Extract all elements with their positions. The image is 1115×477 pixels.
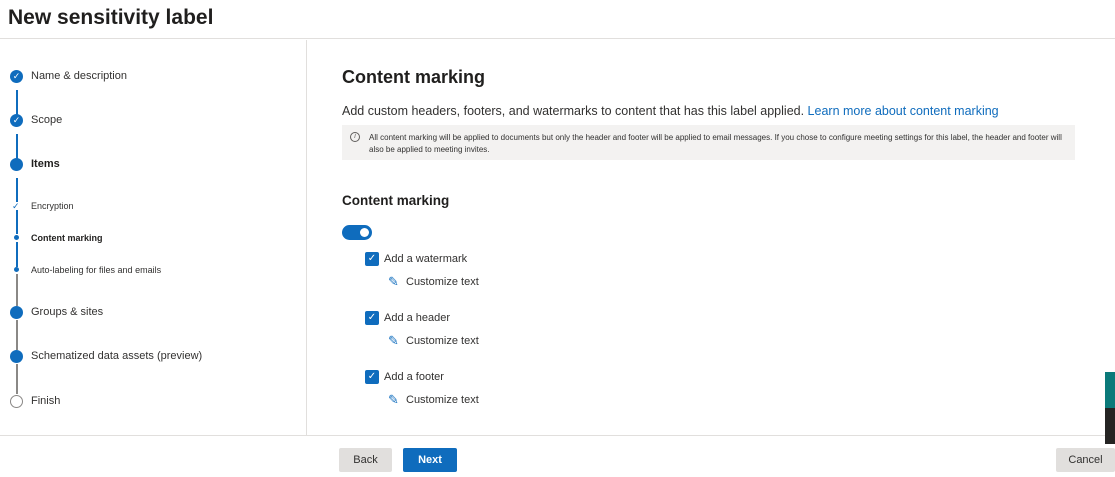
page-header: New sensitivity label xyxy=(0,0,1115,39)
pencil-icon: ✎ xyxy=(388,333,399,348)
step-connector xyxy=(16,242,18,267)
customize-text-label: Customize text xyxy=(406,394,479,406)
wizard-footer: Back Next Cancel xyxy=(0,435,1115,477)
checkmark-circle-icon: ✓ xyxy=(10,70,23,83)
filled-circle-icon xyxy=(10,158,23,171)
checkbox-label: Add a watermark xyxy=(384,253,468,265)
step-connector xyxy=(16,90,18,115)
filled-circle-icon xyxy=(10,350,23,363)
step-connector xyxy=(16,320,18,350)
pencil-icon: ✎ xyxy=(388,274,399,289)
step-connector xyxy=(16,210,18,234)
step-connector xyxy=(16,364,18,394)
pencil-icon: ✎ xyxy=(388,392,399,407)
small-dot-icon xyxy=(14,235,19,240)
content-marking-toggle[interactable] xyxy=(342,225,372,240)
step-label: Name & description xyxy=(31,70,127,82)
step-connector xyxy=(16,134,18,159)
learn-more-link[interactable]: Learn more about content marking xyxy=(808,104,999,118)
step-label: Auto-labeling for files and emails xyxy=(31,265,162,275)
step-label: Finish xyxy=(31,395,61,407)
info-text: All content marking will be applied to d… xyxy=(369,133,1062,154)
main-content: Content marking Add custom headers, foot… xyxy=(307,40,1115,435)
step-label: Encryption xyxy=(31,201,74,211)
checkbox-label: Add a footer xyxy=(384,371,444,383)
filled-circle-icon xyxy=(10,306,23,319)
step-label: Content marking xyxy=(31,233,103,243)
customize-text-label: Customize text xyxy=(406,335,479,347)
info-message-bar: i All content marking will be applied to… xyxy=(342,125,1075,160)
back-button[interactable]: Back xyxy=(339,448,392,472)
next-button[interactable]: Next xyxy=(403,448,457,472)
description: Add custom headers, footers, and waterma… xyxy=(342,104,999,118)
section-title: Content marking xyxy=(342,193,450,208)
empty-circle-icon xyxy=(10,395,23,408)
checkbox-label: Add a header xyxy=(384,312,451,324)
customize-text-label: Customize text xyxy=(406,276,479,288)
small-dot-icon xyxy=(14,267,19,272)
toggle-knob xyxy=(360,228,369,237)
edge-panel-teal xyxy=(1105,372,1115,408)
cancel-button[interactable]: Cancel xyxy=(1056,448,1115,472)
step-label: Schematized data assets (preview) xyxy=(31,350,203,362)
step-connector xyxy=(16,274,18,306)
checkmark-circle-icon: ✓ xyxy=(10,114,23,127)
checkbox-checked-icon[interactable]: ✓ xyxy=(365,252,379,266)
edge-panel-dark xyxy=(1105,408,1115,444)
info-icon: i xyxy=(350,132,360,142)
checkbox-checked-icon[interactable]: ✓ xyxy=(365,311,379,325)
checkbox-checked-icon[interactable]: ✓ xyxy=(365,370,379,384)
step-label: Items xyxy=(31,158,60,170)
step-connector xyxy=(16,178,18,202)
small-check-icon: ✓ xyxy=(12,201,20,211)
wizard-steps-nav: ✓ Name & description ✓ Scope Items ✓ Enc… xyxy=(0,40,307,435)
step-label: Scope xyxy=(31,114,63,126)
description-text: Add custom headers, footers, and waterma… xyxy=(342,104,808,118)
content-title: Content marking xyxy=(342,67,486,87)
step-label: Groups & sites xyxy=(31,306,104,318)
page-title: New sensitivity label xyxy=(8,6,214,29)
